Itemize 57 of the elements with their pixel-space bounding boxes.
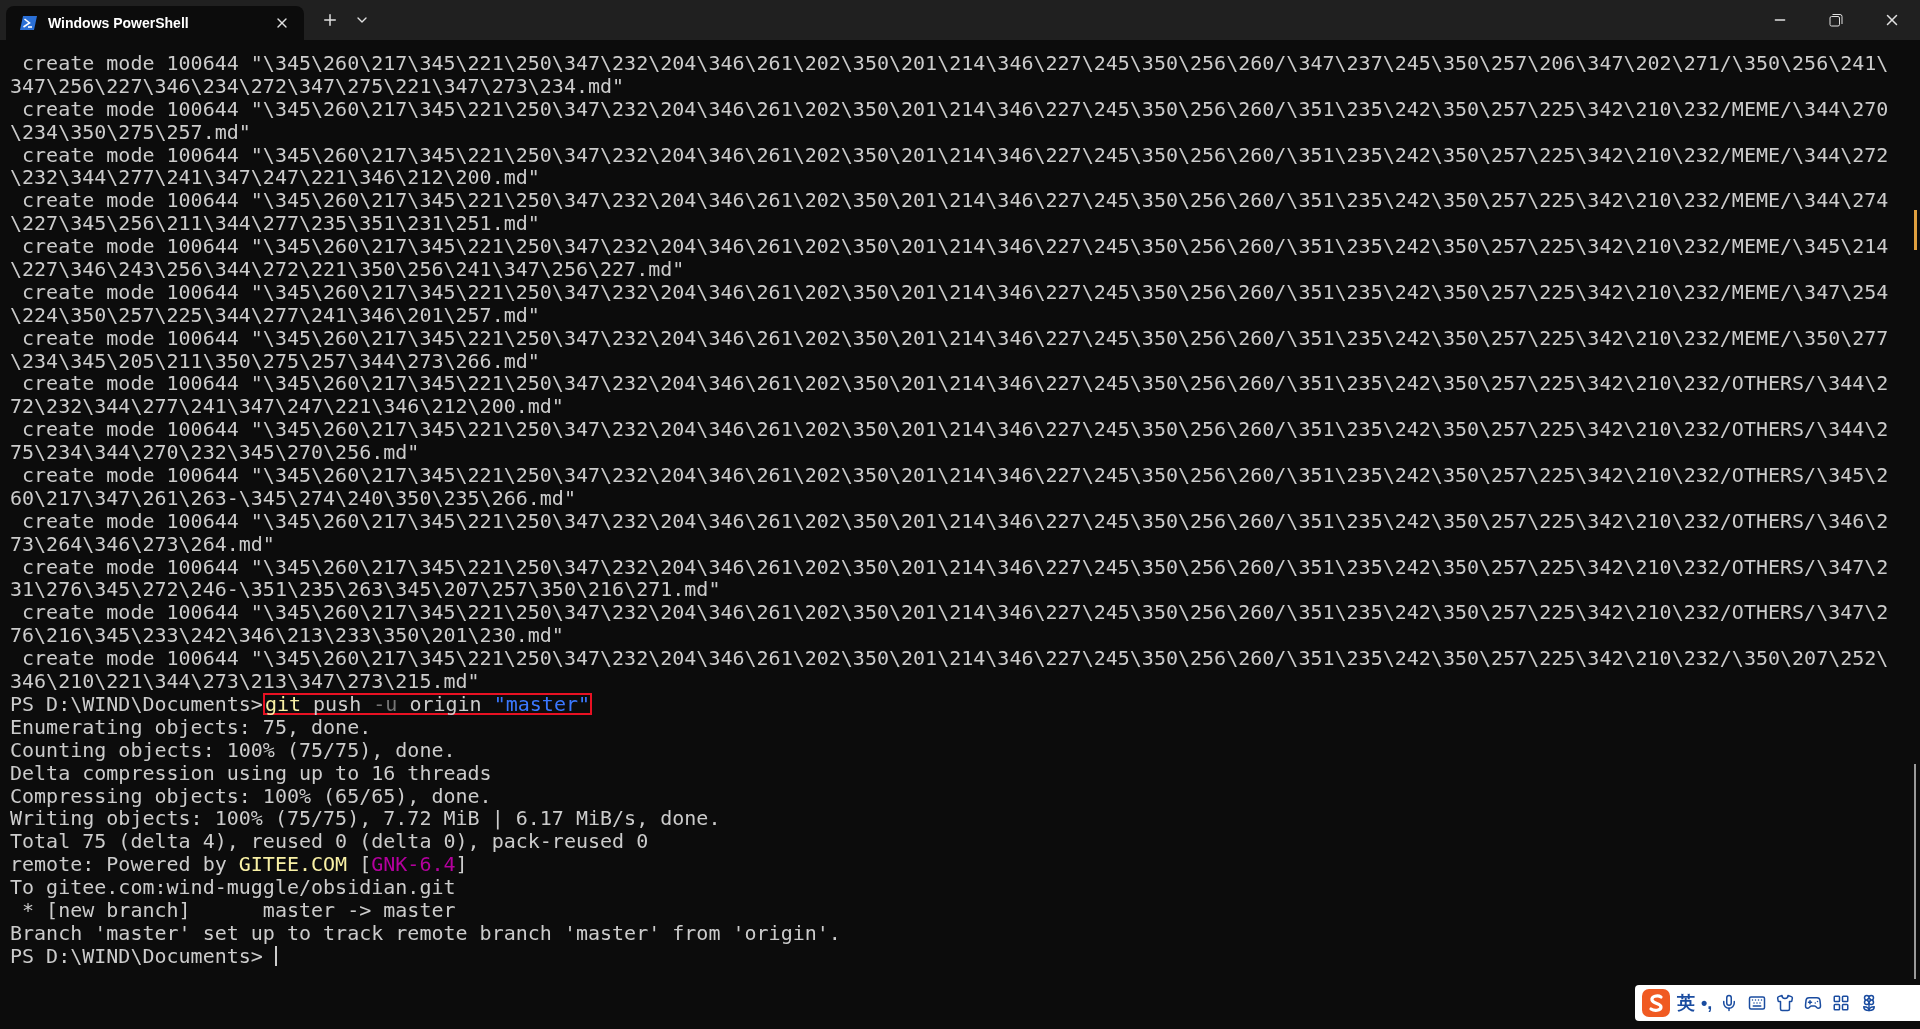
- output-line: \234\345\205\211\350\275\257\344\273\266.md": [10, 349, 540, 373]
- output-line: Delta compression using up to 16 threads: [10, 761, 492, 785]
- output-line: create mode 100644 "\345\260\217\345\221\250\347\232\204\346\261\202\350\201\214\346\227\245\350\256\260/\351\235\242\350\257\225\342\210\232/OTHERS/\344\2: [21, 418, 1889, 442]
- prompt-text: PS D:\WIND\Documents>: [10, 692, 263, 716]
- terminal-text: git: [264, 692, 301, 716]
- punctuation-mode-text[interactable]: •,: [1701, 992, 1713, 1014]
- output-line: create mode 100644 "\345\260\217\345\221\250\347\232\204\346\261\202\350\201\214\346\227\245\350\256\260/\351\235\242\350\257\225\342\210\232/MEME/\344\274: [21, 189, 1889, 213]
- output-line: \224\350\257\225\344\277\241\346\201\257.md": [10, 303, 540, 327]
- output-line: Enumerating objects: 75, done.: [10, 715, 372, 739]
- output-line: 76\216\345\233\242\346\213\233\350\201\230.md": [10, 624, 564, 648]
- scrollbar-thumb[interactable]: [1914, 764, 1916, 979]
- output-line: create mode 100644 "\345\260\217\345\221\250\347\232\204\346\261\202\350\201\214\346\227\245\350\256\260/\347\237\245\350\257\206\347\202\271/\350\256\241\: [21, 52, 1889, 75]
- terminal-text: -u: [372, 692, 398, 716]
- output-line: \227\345\256\211\344\277\235\351\231\251.md": [10, 212, 540, 236]
- output-line: create mode 100644 "\345\260\217\345\221\250\347\232\204\346\261\202\350\201\214\346\227\245\350\256\260/\351\235\242\350\257\225\342\210\232/OTHERS/\345\2: [21, 464, 1889, 487]
- output-line: create mode 100644 "\345\260\217\345\221\250\347\232\204\346\261\202\350\201\214\346\227\245\350\256\260/\351\235\242\350\257\225\342\210\232/OTHERS/\347\2: [21, 555, 1889, 579]
- output-line: 72\232\344\277\241\347\247\221\346\212\200.md": [10, 395, 564, 419]
- output-line: create mode 100644 "\345\260\217\345\221\250\347\232\204\346\261\202\350\201\214\346\227\245\350\256\260/\351\235\242\350\257\225\342\210\232/MEME/\347\254: [21, 280, 1889, 304]
- output-line: 75\234\344\270\232\345\270\256.md": [10, 441, 420, 465]
- output-line: create mode 100644 "\345\260\217\345\221\250\347\232\204\346\261\202\350\201\214\346\227\245\350\256\260/\351\235\242\350\257\225\342\210\232/MEME/\345\214: [21, 235, 1889, 259]
- terminal-tab[interactable]: Windows PowerShell: [6, 6, 304, 40]
- terminal-text: GNK-6.4: [371, 853, 456, 877]
- output-line: Branch 'master' set up to track remote branch 'master' from 'origin'.: [10, 921, 841, 945]
- output-line: To gitee.com:wind-muggle/obsidian.git: [10, 876, 456, 899]
- output-line: 346\210\221\344\273\213\347\273\215.md": [10, 670, 480, 693]
- output-line: 73\264\346\273\264.md": [10, 532, 275, 556]
- powershell-icon: [20, 14, 38, 32]
- terminal-text: origin: [408, 692, 482, 716]
- output-line: Writing objects: 100% (75/75), 7.72 MiB | 6.17 MiB/s, done.: [10, 807, 721, 831]
- output-line: 347\256\227\346\234\272\347\275\221\347\273\234.md": [10, 74, 625, 98]
- output-line: create mode 100644 "\345\260\217\345\221\250\347\232\204\346\261\202\350\201\214\346\227\245\350\256\260/\351\235\242\350\257\225\342\210\232/OTHERS/\347\2: [21, 601, 1889, 625]
- output-line: 31\276\345\272\246-\351\235\263\345\207\257\350\216\271.md": [10, 578, 721, 602]
- output-line: create mode 100644 "\345\260\217\345\221\250\347\232\204\346\261\202\350\201\214\346\227\245\350\256\260/\351\235\242\350\257\225\342\210\232/MEME/\344\272: [21, 143, 1889, 167]
- output-line: * [new branch] master -> master: [21, 898, 456, 922]
- terminal-text: push: [312, 692, 362, 716]
- output-line: Counting objects: 100% (75/75), done.: [10, 738, 456, 762]
- output-line: Compressing objects: 100% (65/65), done.: [10, 784, 492, 808]
- input-method-logo: [1641, 988, 1671, 1018]
- output-line: 60\217\347\261\263-\345\274\240\350\235\266.md": [10, 486, 576, 510]
- terminal-text: GITEE.COM: [238, 853, 348, 877]
- terminal-text: [: [358, 853, 372, 877]
- terminal-text: ]: [455, 853, 468, 877]
- output-line: \227\346\243\256\344\272\221\350\256\241\347\256\227.md": [10, 258, 685, 281]
- tab-title: Windows PowerShell: [48, 15, 190, 31]
- prompt-text: PS D:\WIND\Documents>: [10, 944, 263, 968]
- output-line: \234\350\275\257.md": [10, 120, 251, 144]
- terminal-text: remote: Powered by: [10, 853, 228, 877]
- output-line: create mode 100644 "\345\260\217\345\221\250\347\232\204\346\261\202\350\201\214\346\227\245\350\256\260/\351\235\242\350\257\225\342\210\232/MEME/\350\277: [21, 326, 1889, 350]
- output-line: create mode 100644 "\345\260\217\345\221\250\347\232\204\346\261\202\350\201\214\346\227\245\350\256\260/\351\235\242\350\257\225\342\210\232/\350\207\252\: [21, 647, 1889, 671]
- output-line: create mode 100644 "\345\260\217\345\221\250\347\232\204\346\261\202\350\201\214\346\227\245\350\256\260/\351\235\242\350\257\225\342\210\232/MEME/\344\270: [21, 97, 1889, 121]
- input-mode-text[interactable]: 英: [1677, 991, 1695, 1015]
- output-line: create mode 100644 "\345\260\217\345\221\250\347\232\204\346\261\202\350\201\214\346\227\245\350\256\260/\351\235\242\350\257\225\342\210\232/OTHERS/\346\2: [21, 509, 1889, 533]
- output-line: \232\344\277\241\347\247\221\346\212\200.md": [10, 166, 540, 190]
- terminal-text: "master": [492, 692, 590, 716]
- scroll-marker: [1913, 210, 1917, 250]
- output-line: Total 75 (delta 4), reused 0 (delta 0), pack-reused 0: [10, 830, 649, 854]
- output-line: create mode 100644 "\345\260\217\345\221\250\347\232\204\346\261\202\350\201\214\346\227\245\350\256\260/\351\235\242\350\257\225\342\210\232/OTHERS/\344\2: [21, 372, 1889, 396]
